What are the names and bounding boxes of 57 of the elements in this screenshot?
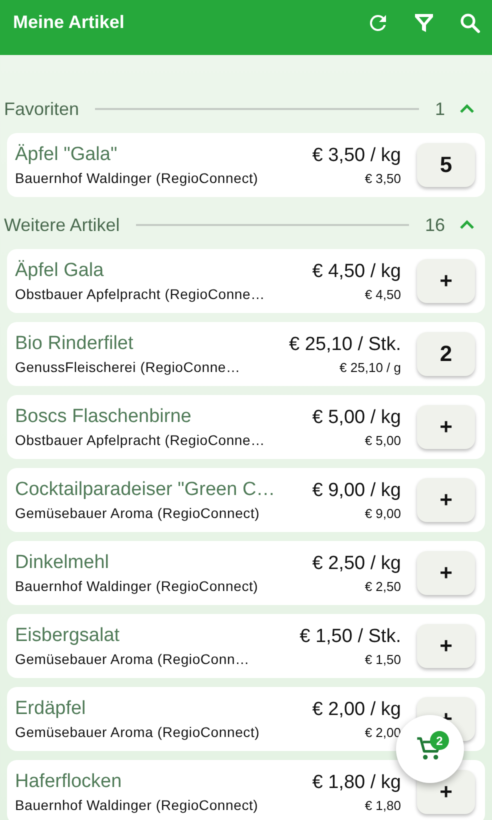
quantity-button[interactable]: + [417,551,475,595]
article-card[interactable]: Äpfel Gala Obstbauer Apfelpracht (RegioConne… € 4,50 / kg € 4,50 + [7,249,485,313]
section-count: 16 [424,214,445,236]
article-card[interactable]: Bio Rinderfilet GenussFleischerei (RegioConne… € 25,10 / Stk. € 25,10 / g 2 [7,322,485,386]
unit-price: € 2,50 [364,578,401,594]
article-price: € 1,50 / Stk. [300,626,401,648]
supplier-name: Obstbauer Apfelpracht (RegioConne… [15,286,266,302]
supplier-name: Bauernhof Waldinger (RegioConnect) [15,578,260,594]
article-card[interactable]: Äpfel "Gala" Bauernhof Waldinger (RegioConnect) € 3,50 / kg € 3,50 5 [7,133,485,197]
article-name: Haferflocken [15,771,123,793]
article-name: Cocktailparadeiser "Green C… [15,479,276,501]
article-price: € 9,00 / kg [312,480,401,502]
unit-price: € 25,10 / g [340,360,401,374]
article-price: € 4,50 / kg [312,260,401,282]
article-name: Boscs Flaschenbirne [15,406,192,428]
article-price: € 3,50 / kg [312,144,401,166]
supplier-name: Gemüsebauer Aroma (RegioConnect) [15,505,261,521]
supplier-name: GenussFleischerei (RegioConne… [15,359,242,375]
supplier-name: Obstbauer Apfelpracht (RegioConne… [15,432,266,448]
quantity-button[interactable]: + [417,478,475,522]
article-card[interactable]: Haferflocken Bauernhof Waldinger (RegioConnect) € 1,80 / kg € 1,80 + [7,760,485,820]
section-count: 1 [434,98,445,120]
search-icon[interactable] [458,10,482,34]
unit-price: € 4,50 [364,286,401,302]
article-price: € 25,10 / Stk. [289,334,401,356]
quantity-button[interactable]: 5 [417,143,475,187]
article-name: Dinkelmehl [15,552,110,574]
article-card[interactable]: Dinkelmehl Bauernhof Waldinger (RegioConnect) € 2,50 / kg € 2,50 + [7,541,485,605]
article-price: € 5,00 / kg [312,406,401,428]
section-title: Favoriten [4,98,80,120]
article-price: € 2,50 / kg [312,552,401,574]
app-title: Meine Artikel [13,12,124,33]
unit-price: € 1,50 [364,652,401,666]
supplier-name: Bauernhof Waldinger (RegioConnect) [15,797,260,813]
article-name: Erdäpfel [15,698,87,720]
section-title: Weitere Artikel [4,214,120,236]
quantity-button[interactable]: + [417,405,475,449]
article-name: Äpfel "Gala" [15,144,118,166]
chevron-icon[interactable] [459,220,475,230]
unit-price: € 3,50 [364,170,401,186]
article-name: Äpfel Gala [15,260,105,282]
unit-price: € 5,00 [364,432,401,448]
supplier-name: Gemüsebauer Aroma (RegioConnect) [15,724,261,740]
quantity-button[interactable]: + [417,624,475,668]
article-card[interactable]: Cocktailparadeiser "Green C… Gemüsebauer Aroma (RegioConnect) € 9,00 / kg € 9,00 + [7,468,485,532]
quantity-button[interactable]: 2 [417,332,475,376]
quantity-button[interactable]: + [417,259,475,303]
chevron-icon[interactable] [459,104,475,114]
unit-price: € 1,80 [364,798,401,812]
cart-badge: 2 [430,731,449,750]
article-name: Eisbergsalat [15,625,121,647]
supplier-name: Gemüsebauer Aroma (RegioConn… [15,651,250,667]
article-name: Bio Rinderfilet [15,333,134,355]
article-card[interactable]: Eisbergsalat Gemüsebauer Aroma (RegioConn… € 1,50 / Stk. € 1,50 + [7,614,485,678]
unit-price: € 9,00 [364,506,401,520]
supplier-name: Bauernhof Waldinger (RegioConnect) [15,170,260,186]
article-card[interactable]: Boscs Flaschenbirne Obstbauer Apfelpracht (RegioConne… € 5,00 / kg € 5,00 + [7,395,485,459]
